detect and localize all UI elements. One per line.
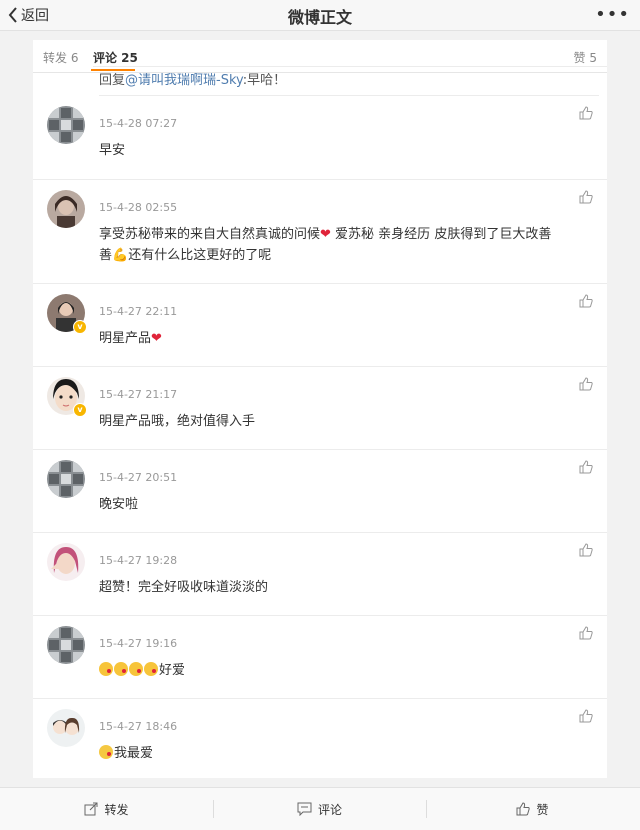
reply-body: :早哈！ <box>242 73 287 88</box>
page-title: 微博正文 <box>287 8 352 27</box>
like-thumb-icon[interactable] <box>579 626 593 640</box>
reply-prefix: 回复 <box>99 73 126 88</box>
bottom-action-bar: 转发 评论 赞 <box>0 787 640 830</box>
like-label: 赞 <box>536 802 549 817</box>
avatar-image <box>47 543 85 581</box>
heart-icon: ❤ <box>151 331 162 346</box>
comment-text: 明星产品哦，绝对值得入手 <box>99 414 256 429</box>
like-thumb-icon[interactable] <box>579 543 593 557</box>
comment-text-part: 好爱 <box>159 663 186 678</box>
avatar-image <box>47 626 85 664</box>
kiss-emoji-icon <box>129 662 143 676</box>
like-thumb-icon[interactable] <box>579 377 593 391</box>
more-options-button[interactable]: ••• <box>595 4 630 25</box>
kiss-emoji-icon <box>144 662 158 676</box>
verified-badge: v <box>73 320 87 334</box>
avatar[interactable] <box>47 626 85 664</box>
repost-icon <box>84 802 98 816</box>
smile-emoji-icon <box>99 745 113 759</box>
comment-text: 晚安啦 <box>99 497 139 512</box>
like-thumb-icon[interactable] <box>579 294 593 308</box>
comment-item: 15-4-27 18:46 我最爱 <box>33 699 607 778</box>
repost-label: 转发 <box>104 802 129 817</box>
comment-button[interactable]: 评论 <box>213 788 426 830</box>
comment-text-part: 我最爱 <box>114 746 154 761</box>
comment-item: 15-4-27 20:51 晚安啦 <box>33 450 607 533</box>
comment-item: 15-4-28 02:55 享受苏秘带来的来自大自然真诚的问候❤ 爱苏秘 亲身经… <box>33 180 607 284</box>
comment-item: v 15-4-27 21:17 明星产品哦，绝对值得入手 <box>33 367 607 450</box>
avatar-image <box>47 460 85 498</box>
like-thumb-icon[interactable] <box>579 460 593 474</box>
avatar[interactable] <box>47 106 85 144</box>
tab-bar: 转发 6 评论 25 赞 5 <box>33 40 607 73</box>
verified-badge: v <box>73 403 87 417</box>
comment-text: 明星产品❤ <box>99 328 589 349</box>
kiss-emoji-icon <box>99 662 113 676</box>
comment-time: 15-4-27 19:28 <box>99 554 178 567</box>
kiss-emoji-icon <box>114 662 128 676</box>
comment-icon <box>297 802 312 816</box>
avatar[interactable] <box>47 460 85 498</box>
comment-time: 15-4-28 07:27 <box>99 117 178 130</box>
avatar-image <box>47 106 85 144</box>
avatar-image <box>47 190 85 228</box>
comment-item: 15-4-27 19:28 超赞！完全好吸收味道淡淡的 <box>33 533 607 616</box>
comment-text-part: 爱苏秘 亲身经历 皮肤得到了巨大改善 <box>330 227 552 242</box>
comment-text-part: 享受苏秘带来的来自大自然真诚的问候 <box>99 227 321 242</box>
comment-text: 我最爱 <box>99 743 589 764</box>
repost-button[interactable]: 转发 <box>0 788 213 830</box>
active-tab-indicator <box>91 69 135 71</box>
avatar[interactable] <box>47 709 85 747</box>
comment-item: 15-4-27 19:16 好爱 <box>33 616 607 699</box>
comment-time: 15-4-27 22:11 <box>99 305 178 318</box>
mention-link[interactable]: @请叫我瑞啊瑞-Sky <box>125 73 243 88</box>
muscle-icon: 💪 <box>112 248 129 263</box>
comment-time: 15-4-27 19:16 <box>99 637 178 650</box>
comment-item: v 15-4-27 22:11 明星产品❤ <box>33 284 607 367</box>
avatar[interactable] <box>47 190 85 228</box>
comment-time: 15-4-27 18:46 <box>99 720 178 733</box>
reply-text: 回复@请叫我瑞啊瑞-Sky:早哈！ <box>99 73 599 96</box>
comments-card: 转发 6 评论 25 赞 5 回复@请叫我瑞啊瑞-Sky:早哈！ 15-4-28… <box>33 40 607 778</box>
comment-text: 早安 <box>99 143 126 158</box>
tab-comment[interactable]: 评论 25 <box>93 49 607 67</box>
comment-text-part: 还有什么比这更好的了呢 <box>128 248 272 263</box>
avatar[interactable] <box>47 543 85 581</box>
comment-text-part: 明星产品 <box>99 331 152 346</box>
tab-repost[interactable]: 转发 6 <box>43 49 78 66</box>
like-thumb-icon[interactable] <box>579 190 593 204</box>
comment-text: 好爱 <box>99 660 589 681</box>
comment-time: 15-4-28 02:55 <box>99 201 178 214</box>
comment-time: 15-4-27 20:51 <box>99 471 178 484</box>
heart-icon: ❤ <box>320 227 331 242</box>
like-button[interactable]: 赞 <box>426 788 639 830</box>
comment-text-part: 善 <box>99 248 113 263</box>
top-nav-bar: 返回 微博正文 ••• <box>0 0 640 31</box>
avatar-image <box>47 709 85 747</box>
comment-text: 享受苏秘带来的来自大自然真诚的问候❤ 爱苏秘 亲身经历 皮肤得到了巨大改善善💪还… <box>99 224 589 266</box>
comment-text: 超赞！完全好吸收味道淡淡的 <box>99 580 269 595</box>
comment-time: 15-4-27 21:17 <box>99 388 178 401</box>
comment-item: 15-4-28 07:27 早安 <box>33 96 607 180</box>
like-thumb-icon[interactable] <box>579 709 593 723</box>
like-thumb-icon[interactable] <box>579 106 593 120</box>
comment-label: 评论 <box>317 802 342 817</box>
like-thumb-icon <box>516 802 531 816</box>
tab-like[interactable]: 赞 5 <box>574 49 597 66</box>
